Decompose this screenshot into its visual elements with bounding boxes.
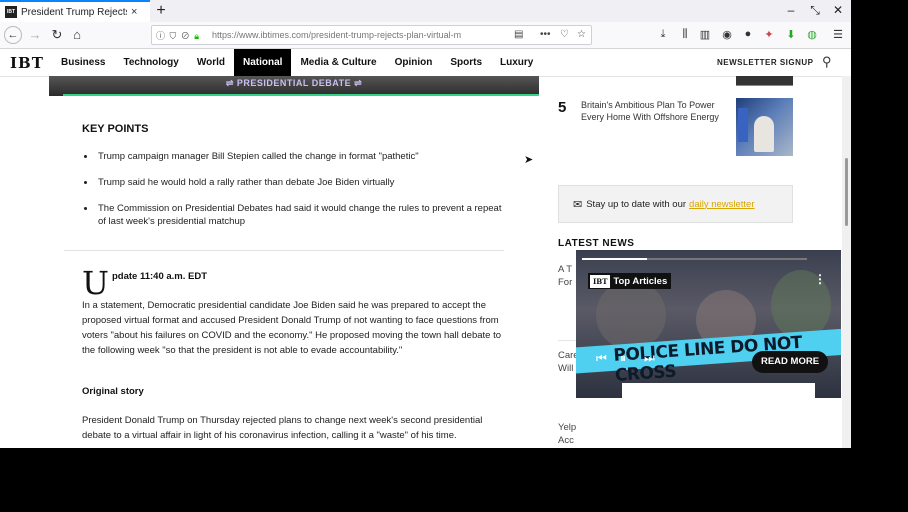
- address-bar[interactable]: ⓘ ⛉ ⊘ 🔒︎ https://www.ibtimes.com/preside…: [151, 25, 592, 45]
- site-info-icon[interactable]: ⓘ ⛉ ⊘ 🔒︎: [156, 29, 210, 42]
- video-caption-bar: [622, 383, 815, 398]
- flag-shape: [738, 108, 748, 142]
- video-badge: IBT Top Articles: [588, 273, 672, 289]
- trending-rank: 5: [558, 99, 567, 116]
- account-icon[interactable]: ◉: [720, 28, 734, 41]
- trending-title-link[interactable]: Britain's Ambitious Plan To Power Every …: [581, 99, 727, 123]
- scrollbar-thumb[interactable]: [845, 158, 848, 226]
- nav-item-luxury[interactable]: Luxury: [491, 49, 542, 76]
- latest-news-item[interactable]: Yelp Acc: [558, 421, 576, 447]
- video-blur-shape: [596, 280, 666, 350]
- site-logo[interactable]: IBT: [10, 54, 44, 72]
- list-item: The Commission on Presidential Debates h…: [84, 202, 508, 228]
- tab-title: President Trump Rejects: [21, 6, 127, 18]
- trending-thumbnail[interactable]: [736, 98, 793, 156]
- navigation-toolbar: ← → ↻ ⌂ ⓘ ⛉ ⊘ 🔒︎ https://www.ibtimes.com…: [0, 22, 851, 49]
- main-nav: Business Technology World National Media…: [52, 49, 542, 76]
- newsletter-box: ✉ Stay up to date with our daily newslet…: [558, 185, 793, 223]
- video-progress-bar[interactable]: [582, 258, 807, 260]
- url-text[interactable]: https://www.ibtimes.com/president-trump-…: [212, 30, 487, 40]
- newsletter-signup-link[interactable]: NEWSLETTER SIGNUP: [717, 58, 814, 67]
- extension-color-icon[interactable]: ✦: [762, 28, 776, 41]
- menu-icon[interactable]: ☰: [831, 28, 845, 41]
- hero-label: ⇌ PRESIDENTIAL DEBATE ⇌: [225, 78, 363, 88]
- video-player[interactable]: POLICE LINE DO NOT CROSS IBT Top Article…: [576, 250, 841, 398]
- tab-bar: IBT President Trump Rejects × + – ⤡ ✕: [0, 0, 851, 23]
- mail-icon: ✉: [573, 198, 583, 211]
- window-close-icon[interactable]: ✕: [831, 3, 845, 17]
- original-paragraph: President Donald Trump on Thursday rejec…: [82, 415, 483, 441]
- page-actions-icon[interactable]: •••: [540, 29, 551, 40]
- nav-item-business[interactable]: Business: [52, 49, 114, 76]
- search-icon[interactable]: ⚲: [822, 54, 832, 70]
- hero-image: ⇌ PRESIDENTIAL DEBATE ⇌: [49, 76, 539, 96]
- read-more-button[interactable]: READ MORE: [752, 351, 828, 373]
- video-badge-title: Top Articles: [613, 275, 668, 287]
- pocket-icon[interactable]: ♡: [560, 29, 569, 40]
- nav-item-national[interactable]: National: [234, 49, 292, 76]
- download-arrow-icon[interactable]: ⬇: [784, 28, 798, 41]
- lock-icon: 🔒︎: [194, 30, 201, 41]
- latest-news-item[interactable]: A T For: [558, 263, 572, 289]
- key-points-list: Trump campaign manager Bill Stepien call…: [84, 150, 508, 241]
- divider: [64, 250, 504, 251]
- reload-button[interactable]: ↻: [48, 26, 66, 44]
- sidebar-icon[interactable]: ▥: [698, 28, 712, 41]
- next-icon[interactable]: ⏭: [644, 351, 655, 366]
- nav-item-sports[interactable]: Sports: [441, 49, 491, 76]
- tab-close-icon[interactable]: ×: [131, 6, 137, 18]
- site-header: IBT Business Technology World National M…: [0, 49, 851, 77]
- browser-tab[interactable]: IBT President Trump Rejects ×: [0, 0, 150, 22]
- trending-thumbnail-above[interactable]: [736, 76, 793, 86]
- bookmark-star-icon[interactable]: ☆: [577, 29, 586, 40]
- library-icon[interactable]: ⫼: [678, 28, 692, 41]
- video-progress-fill: [582, 258, 648, 260]
- extension-icon[interactable]: ●: [741, 28, 755, 40]
- forward-button[interactable]: →: [26, 26, 44, 44]
- update-paragraph: In a statement, Democratic presidential …: [82, 300, 502, 356]
- extension-green-icon[interactable]: ◍: [805, 28, 819, 41]
- newsletter-text: Stay up to date with our: [586, 198, 687, 210]
- latest-news-heading: LATEST NEWS: [558, 238, 635, 249]
- downloads-icon[interactable]: ⤓: [656, 28, 670, 41]
- video-menu-icon[interactable]: ⋮: [814, 272, 826, 286]
- person-shape: [754, 116, 774, 152]
- nav-item-media-culture[interactable]: Media & Culture: [291, 49, 385, 76]
- drop-cap: U: [82, 264, 109, 302]
- nav-item-opinion[interactable]: Opinion: [386, 49, 442, 76]
- reader-view-icon[interactable]: ▤: [514, 29, 523, 40]
- page-scrollbar[interactable]: [842, 76, 851, 448]
- mouse-cursor-icon: ➤: [524, 154, 534, 166]
- nav-item-world[interactable]: World: [188, 49, 234, 76]
- browser-window: IBT President Trump Rejects × + – ⤡ ✕ ← …: [0, 0, 851, 448]
- hero-accent-line: [63, 94, 539, 96]
- pause-icon[interactable]: ⏸: [620, 351, 626, 366]
- home-button[interactable]: ⌂: [68, 26, 86, 44]
- restore-icon[interactable]: ⤡: [808, 3, 822, 18]
- new-tab-button[interactable]: +: [152, 1, 170, 21]
- list-item: Trump said he would hold a rally rather …: [84, 176, 508, 189]
- minimize-icon[interactable]: –: [784, 3, 798, 17]
- video-badge-logo: IBT: [590, 274, 611, 288]
- site-favicon-icon: IBT: [5, 6, 17, 18]
- nav-item-technology[interactable]: Technology: [114, 49, 187, 76]
- key-points-heading: KEY POINTS: [82, 123, 149, 135]
- previous-icon[interactable]: ⏮: [596, 351, 607, 366]
- daily-newsletter-link[interactable]: daily newsletter: [689, 199, 754, 210]
- back-button[interactable]: ←: [4, 26, 22, 44]
- original-story-heading: Original story: [82, 386, 144, 397]
- update-timestamp: pdate 11:40 a.m. EDT: [112, 271, 208, 282]
- list-item: Trump campaign manager Bill Stepien call…: [84, 150, 508, 163]
